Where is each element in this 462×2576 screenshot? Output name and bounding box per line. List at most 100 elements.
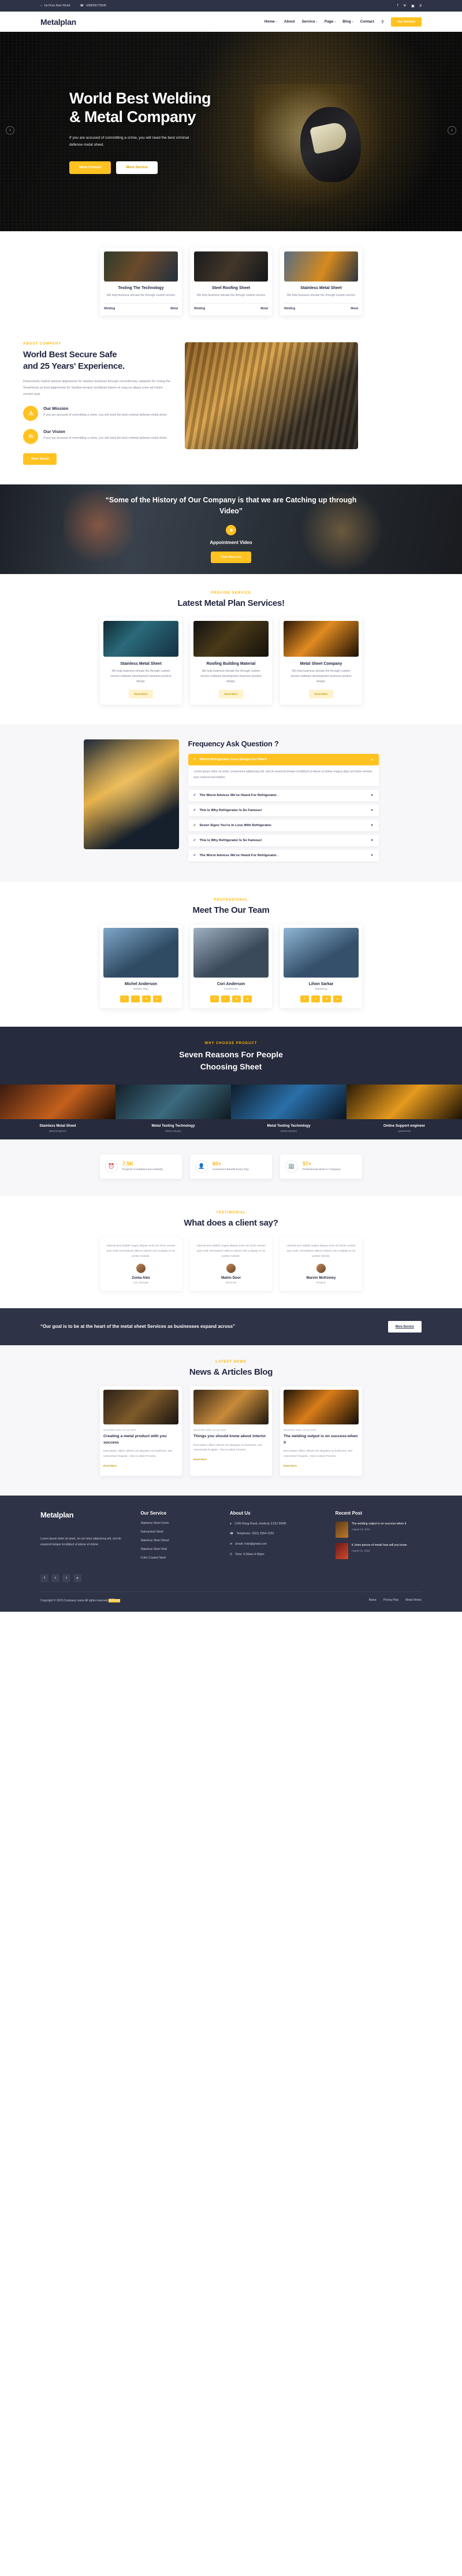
linkedin-icon[interactable]: in [322,995,331,1002]
more-contact-button[interactable]: More Contact [69,161,111,175]
twitter-icon[interactable]: t [51,1574,59,1582]
chevron-up-icon[interactable]: ▲ [371,758,374,761]
facebook-icon[interactable]: f [120,995,129,1002]
chevron-down-icon[interactable]: ▼ [371,839,374,842]
reason-item[interactable]: Metal Testing Technology Metal Industry [116,1084,231,1139]
faq-item-header[interactable]: ✓ This Is Why Refrigerator Is So Famous! ▼ [188,835,379,846]
facebook-icon[interactable]: f [397,4,398,8]
chevron-down-icon: ▾ [275,20,277,23]
nav-item-contact[interactable]: Contact [360,20,374,24]
about-more-button[interactable]: More About [23,453,57,465]
topbar-phone[interactable]: ☎ +998556778345 [80,4,107,8]
twitter-icon[interactable]: t [311,995,320,1002]
chevron-down-icon[interactable]: ▼ [371,809,374,812]
faq-item[interactable]: ✓ The Worst Advices We've Heard For Refri… [188,789,379,801]
footer-link-metal-works[interactable]: Metal Works [405,1598,422,1602]
footer-link-about[interactable]: About [369,1598,377,1602]
chevron-down-icon[interactable]: ▼ [371,794,374,797]
faq-item-header[interactable]: ✓ The Worst Advices We've Heard For Refri… [188,850,379,861]
faq-item-header[interactable]: ✓ The Worst Advices We've Heard For Refri… [188,790,379,801]
facebook-icon[interactable]: f [300,995,309,1002]
blog-read-more-link[interactable]: Read More [103,1464,117,1467]
footer-service-item[interactable]: Galvanized Steel [140,1530,216,1534]
more-service-button[interactable]: More Service [116,161,158,175]
nav-item-about[interactable]: About [284,20,295,24]
pinterest-icon[interactable]: p [420,4,422,8]
our-service-button[interactable]: Our Service [391,17,422,27]
service-card[interactable]: Metal Sheet Company We help business ele… [280,617,362,705]
faq-item[interactable]: ✓ This Is Why Refrigerator Is So Famous! ▼ [188,834,379,846]
instagram-icon[interactable]: ▣ [411,4,415,8]
facebook-icon[interactable]: f [40,1574,49,1582]
topbar-social-group[interactable]: f w ▣ p [397,4,422,8]
rss-icon[interactable]: ☇ [62,1574,70,1582]
blog-read-more-link[interactable]: Read More [284,1464,297,1467]
chevron-down-icon[interactable]: ▼ [371,824,374,827]
footer-telephone[interactable]: ☎ Telephone: (922) 3354 2252 [230,1531,322,1537]
feature-card[interactable]: Steel Roofing Sheet We help business ele… [190,247,272,316]
team-socials[interactable]: f t in p [193,995,269,1002]
faq-item[interactable]: ✓ The Worst Advices We've Heard For Refri… [188,849,379,861]
nav-item-service[interactable]: Service ▾ [302,20,318,24]
reason-item[interactable]: Metal Testing Technology Metal Industry [231,1084,346,1139]
footer-socials[interactable]: f t ☇ p [40,1574,126,1582]
pinterest-icon[interactable]: p [243,995,252,1002]
service-read-more-link[interactable]: Read More [219,690,243,699]
footer-link-pricing[interactable]: Pricing Plan [383,1598,399,1602]
facebook-icon[interactable]: f [210,995,219,1002]
team-socials[interactable]: f t in p [284,995,359,1002]
footer-service-item[interactable]: Color Coated Steel [140,1556,216,1560]
linkedin-icon[interactable]: in [142,995,151,1002]
view-more-us-button[interactable]: View More Us [211,551,251,563]
footer-service-item[interactable]: Stainless Steel Circle [140,1522,216,1525]
pinterest-icon[interactable]: p [73,1574,81,1582]
faq-item-header[interactable]: ✓ Which Refrigerator Case Design For Pla… [188,754,379,766]
team-card[interactable]: Michel Anderson Welder Man f t in p [100,924,182,1008]
reason-item[interactable]: Online Support engineer Apartments [346,1084,462,1139]
play-button-icon[interactable] [226,524,236,535]
twitter-icon[interactable]: t [131,995,140,1002]
recent-post-item[interactable]: It Joins pieces of metal how will you kn… [335,1542,422,1559]
service-card[interactable]: Roofing Building Material We help busine… [190,617,272,705]
service-read-more-link[interactable]: Read More [129,690,153,699]
nav-item-home[interactable]: Home ▾ [264,20,277,24]
pinterest-icon[interactable]: p [333,995,342,1002]
service-read-more-link[interactable]: Read More [309,690,333,699]
feature-card[interactable]: Testing The Technology We help business … [100,247,182,316]
footer-service-item[interactable]: Stainless Steel Sink [140,1548,216,1551]
twitter-icon[interactable]: w [404,4,406,8]
footer-service-item[interactable]: Stainless Steel Sheet [140,1539,216,1542]
reason-item[interactable]: Stainless Metal Sheet Metal Engineer [0,1084,116,1139]
site-logo[interactable]: Metalplan [40,17,76,27]
footer-logo[interactable]: Metalplan [40,1511,126,1519]
faq-item[interactable]: ✓ Seven Signs You're In Love With Refrige… [188,819,379,831]
service-card[interactable]: Stainless Metal Sheet We help business e… [100,617,182,705]
footer-email[interactable]: ✉ Email: indo@gmail.com [230,1542,322,1547]
pinterest-icon[interactable]: p [153,995,162,1002]
twitter-icon[interactable]: t [221,995,230,1002]
nav-item-page[interactable]: Page ▾ [325,20,336,24]
blog-card[interactable]: November Solar, 20 Apr 2022 Creating a m… [100,1386,182,1476]
faq-item-open[interactable]: ✓ Which Refrigerator Case Design For Pla… [188,754,379,786]
linkedin-icon[interactable]: in [232,995,241,1002]
hero-next-arrow[interactable]: › [448,126,456,135]
hero-prev-arrow[interactable]: ‹ [6,126,14,135]
search-icon[interactable]: ⚲ [381,20,384,24]
blog-card[interactable]: November Solar, 20 Apr 2022 Things you s… [190,1386,272,1476]
faq-item-header[interactable]: ✓ Seven Signs You're In Love With Refrige… [188,820,379,831]
chevron-down-icon[interactable]: ▼ [371,854,374,857]
feature-card[interactable]: Stainless Metal Sheet We help business e… [280,247,362,316]
counter-text-group: 60+ Customers Benefit Every Day [213,1161,249,1172]
faq-item[interactable]: ✓ This Is Why Refrigerator Is So Famous! ▼ [188,804,379,816]
team-card[interactable]: Lihon Sarkar Marketing f t in p [280,924,362,1008]
nav-item-blog[interactable]: Blog ▾ [342,20,353,24]
blog-read-more-link[interactable]: Read More [193,1458,207,1461]
team-card[interactable]: Cori Anderson Constructor f t in p [190,924,272,1008]
team-socials[interactable]: f t in p [103,995,178,1002]
recent-post-item[interactable]: The welding output is on success-when it… [335,1521,422,1538]
blog-card[interactable]: November Solar, 20 Apr 2022 The welding … [280,1386,362,1476]
reason-caption: Online Support engineer Apartments [346,1119,462,1139]
footer-copyright-link[interactable]: 网页html [109,1598,120,1602]
faq-item-header[interactable]: ✓ This Is Why Refrigerator Is So Famous! ▼ [188,805,379,816]
cta-banner-button[interactable]: More Service [388,1321,422,1333]
